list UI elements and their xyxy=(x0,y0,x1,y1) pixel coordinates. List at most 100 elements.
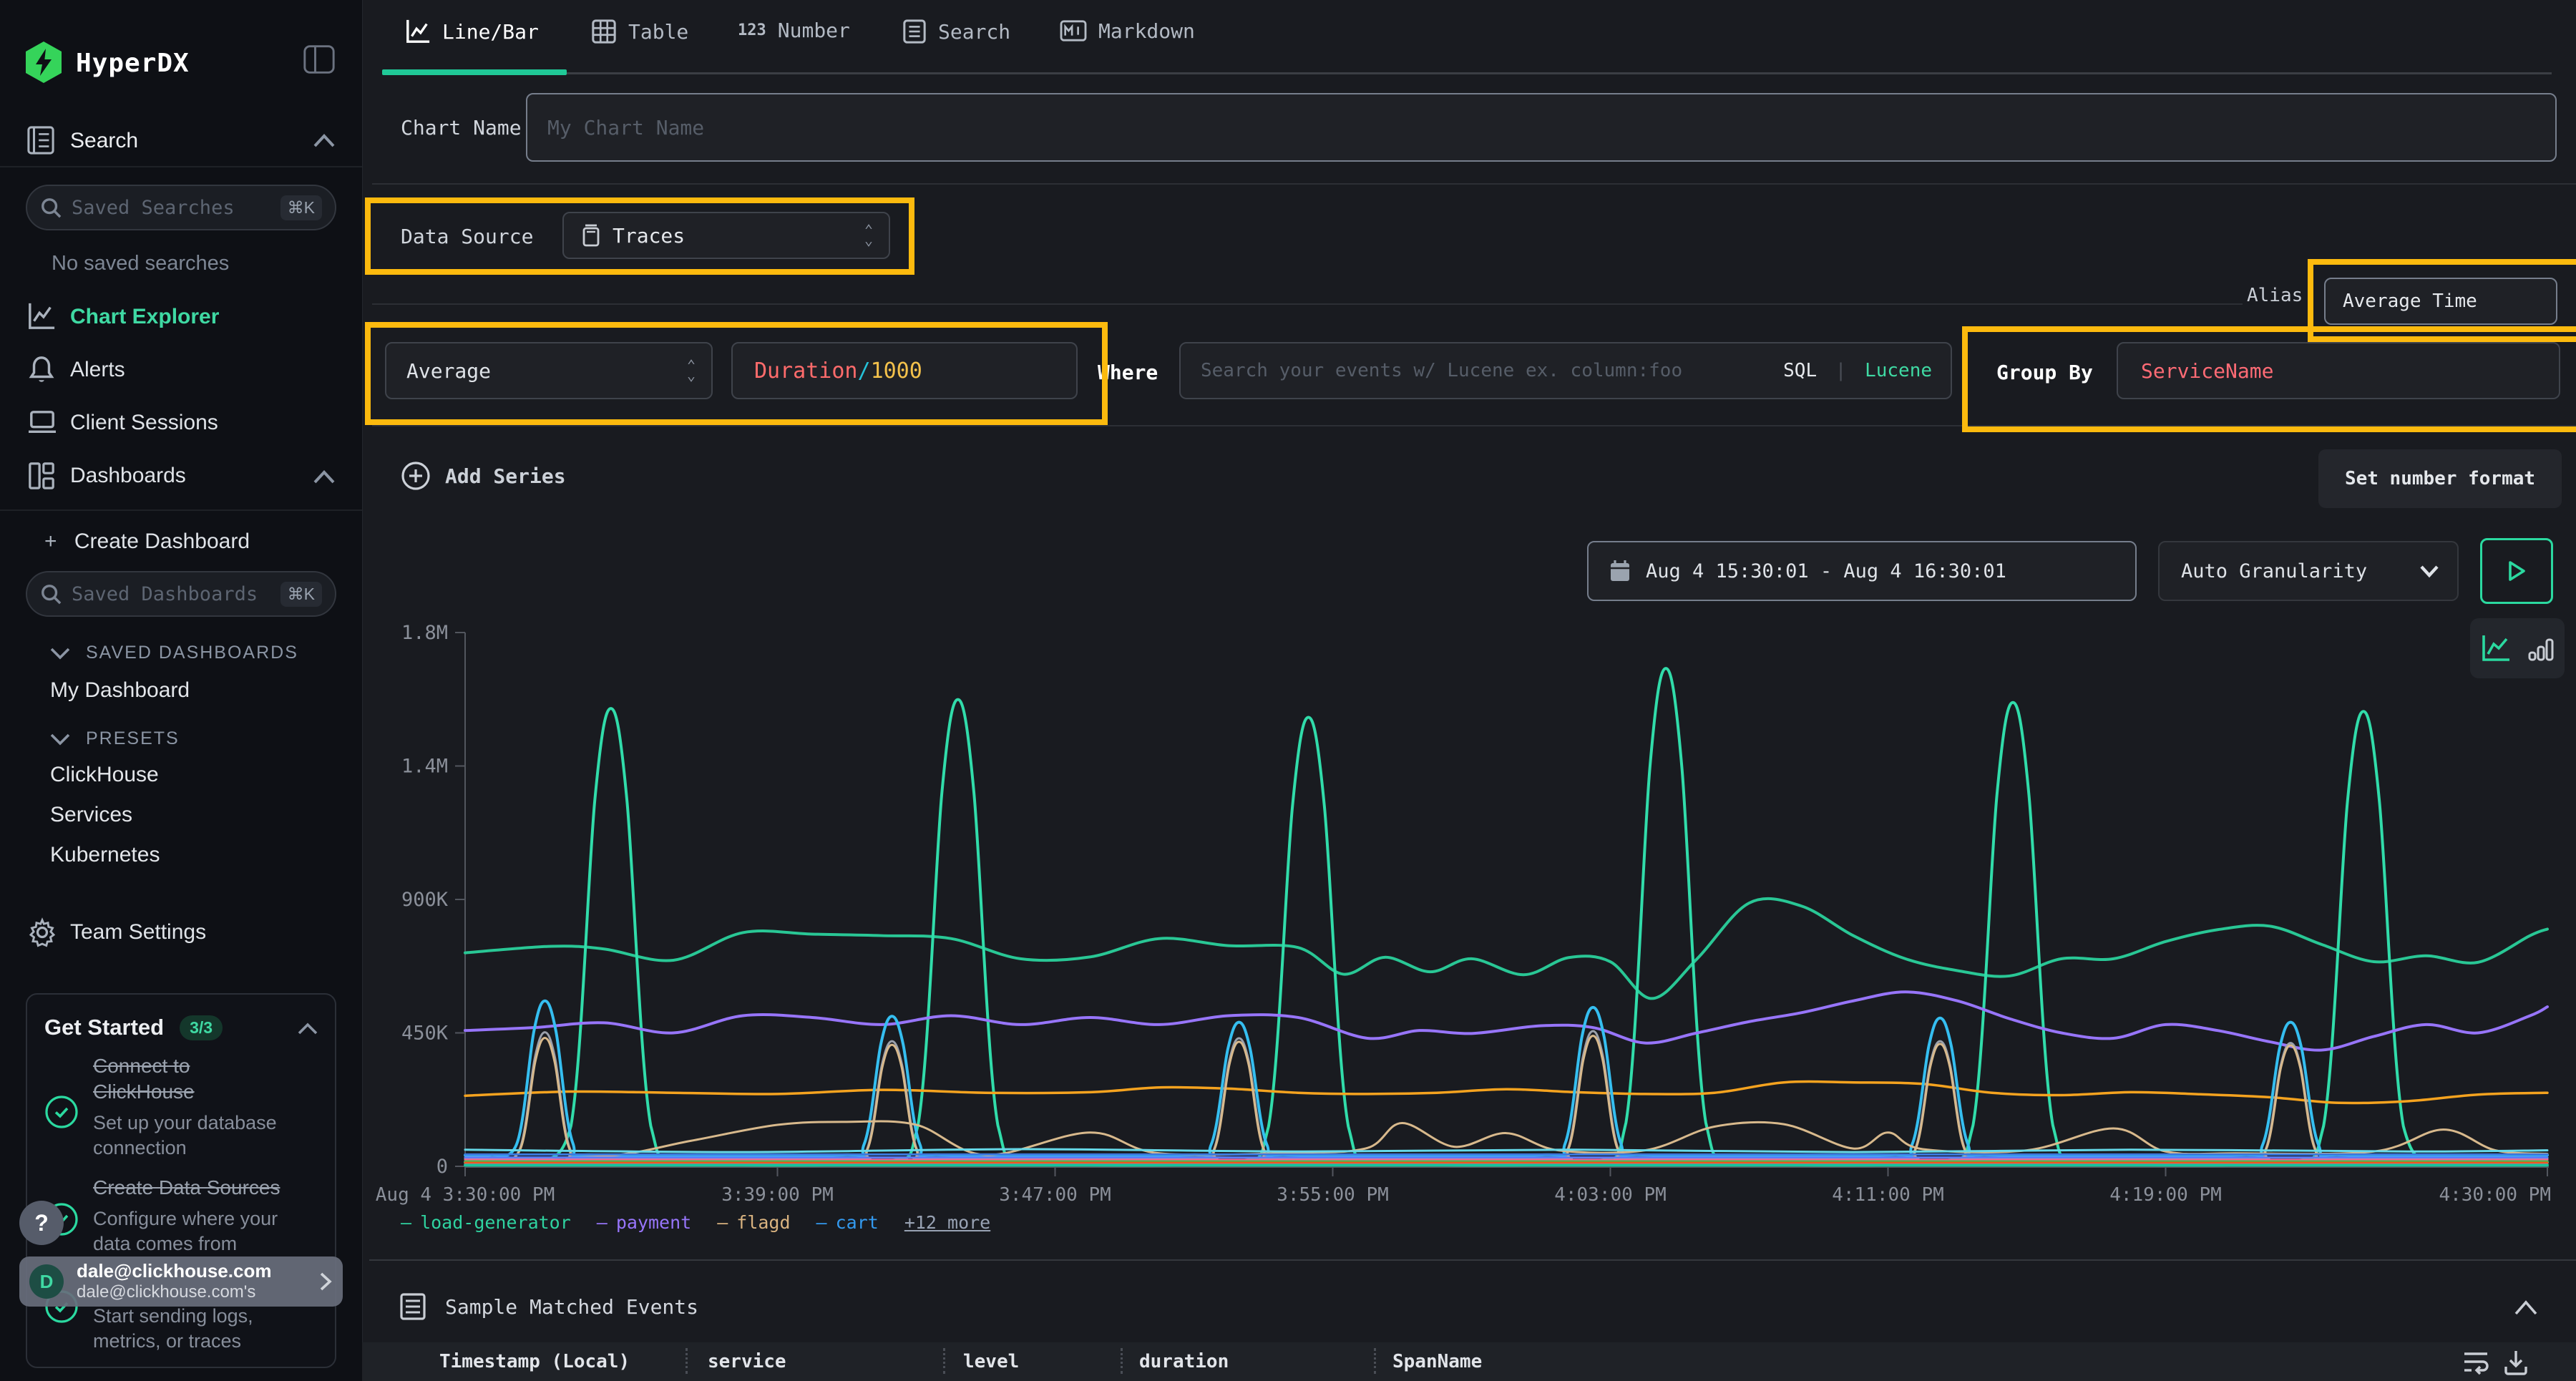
user-account-chip[interactable]: D dale@clickhouse.com dale@clickhouse.co… xyxy=(19,1256,343,1307)
sample-events-title: Sample Matched Events xyxy=(445,1295,698,1319)
chevron-down-icon xyxy=(50,647,70,660)
chart-name-placeholder: My Chart Name xyxy=(547,116,704,140)
expr-slash: / xyxy=(858,358,871,384)
wrap-text-icon[interactable] xyxy=(2462,1350,2490,1375)
sidebar-item-team-settings[interactable]: Team Settings xyxy=(70,920,206,945)
legend-item-flagd[interactable]: —flagd xyxy=(717,1212,790,1233)
column-resize-handle[interactable] xyxy=(686,1348,688,1374)
column-duration[interactable]: duration xyxy=(1139,1351,1229,1372)
divider xyxy=(372,303,2243,305)
help-button[interactable]: ? xyxy=(19,1201,64,1245)
legend-item-payment[interactable]: —payment xyxy=(597,1212,691,1233)
search-icon xyxy=(40,197,62,218)
tab-markdown[interactable]: Markdown xyxy=(1060,19,1195,43)
where-input[interactable]: Search your events w/ Lucene ex. column:… xyxy=(1179,342,1952,399)
divider xyxy=(369,1259,2576,1261)
legend-more-link[interactable]: +12 more xyxy=(904,1212,990,1233)
create-dashboard-button[interactable]: + Create Dashboard xyxy=(44,530,250,554)
granularity-value: Auto Granularity xyxy=(2181,560,2419,582)
svg-text:450K: 450K xyxy=(401,1023,449,1045)
no-saved-searches-text: No saved searches xyxy=(52,252,229,275)
chevron-up-icon[interactable] xyxy=(312,133,336,149)
set-number-format-button[interactable]: Set number format xyxy=(2318,449,2562,508)
tab-search[interactable]: Search xyxy=(902,19,1010,44)
field-expression-input[interactable]: Duration/1000 xyxy=(731,342,1078,399)
active-tab-indicator xyxy=(382,69,567,75)
chart-legend: —load-generator —payment —flagd —cart +1… xyxy=(401,1212,990,1233)
column-service[interactable]: service xyxy=(708,1351,786,1372)
svg-text:3:47:00 PM: 3:47:00 PM xyxy=(999,1184,1111,1206)
user-subtext: dale@clickhouse.com's xyxy=(77,1282,318,1303)
select-chevrons-icon: ⌃⌃ xyxy=(687,359,696,382)
hyperdx-logo-icon xyxy=(24,42,63,83)
data-source-value: Traces xyxy=(613,224,864,248)
sidebar-item-my-dashboard[interactable]: My Dashboard xyxy=(50,678,190,703)
check-circle-icon xyxy=(44,1095,79,1129)
number-123-icon: 123 xyxy=(738,21,766,39)
user-email: dale@clickhouse.com xyxy=(77,1260,318,1282)
download-icon[interactable] xyxy=(2502,1348,2530,1377)
divider xyxy=(372,425,2576,426)
data-source-label: Data Source xyxy=(401,225,533,248)
gs-item2-subtitle: Configure where your data comes from xyxy=(93,1206,278,1256)
expr-field: Duration xyxy=(754,358,858,384)
get-started-badge: 3/3 xyxy=(180,1015,223,1040)
column-timestamp[interactable]: Timestamp (Local) xyxy=(439,1351,630,1372)
chart-explorer-icon xyxy=(27,302,56,331)
saved-searches-input[interactable]: Saved Searches ⌘K xyxy=(26,185,336,230)
search-section-icon xyxy=(27,126,54,155)
laptop-icon xyxy=(27,409,57,436)
presets-group[interactable]: PRESETS xyxy=(50,728,180,749)
tab-line-bar[interactable]: Line/Bar xyxy=(405,19,539,44)
chevron-down-icon xyxy=(50,733,70,746)
column-level[interactable]: level xyxy=(963,1351,1019,1372)
shortcut-badge: ⌘K xyxy=(280,582,322,607)
granularity-select[interactable]: Auto Granularity xyxy=(2158,541,2459,601)
gs-item2-title: Create Data Sources xyxy=(93,1175,280,1201)
legend-item-cart[interactable]: —cart xyxy=(816,1212,879,1233)
column-resize-handle[interactable] xyxy=(943,1348,945,1374)
select-chevrons-icon: ⌃⌃ xyxy=(864,224,873,247)
main-content: Line/Bar Table 123 Number xyxy=(362,0,2576,1381)
hyperdx-app: HyperDX Search Saved Searches ⌘K No save… xyxy=(0,0,2576,1381)
sidebar-item-clickhouse[interactable]: ClickHouse xyxy=(50,763,159,787)
saved-dashboards-group[interactable]: SAVED DASHBOARDS xyxy=(50,643,298,663)
sidebar-item-alerts[interactable]: Alerts xyxy=(70,358,125,382)
chart-name-input[interactable]: My Chart Name xyxy=(526,93,2557,162)
legend-item-load-generator[interactable]: —load-generator xyxy=(401,1212,571,1233)
collapse-sidebar-icon[interactable] xyxy=(303,44,335,74)
chevron-up-icon[interactable] xyxy=(296,1022,319,1036)
get-started-title: Get Started xyxy=(44,1015,164,1040)
saved-dashboards-input[interactable]: Saved Dashboards ⌘K xyxy=(26,571,336,617)
chevron-up-icon[interactable] xyxy=(312,469,336,485)
date-range-value: Aug 4 15:30:01 - Aug 4 16:30:01 xyxy=(1646,560,2006,582)
avatar: D xyxy=(29,1264,64,1299)
run-query-button[interactable] xyxy=(2480,538,2553,604)
collapse-section-icon[interactable] xyxy=(2513,1299,2539,1317)
gs-item3-subtitle: Start sending logs, metrics, or traces xyxy=(93,1304,253,1354)
alias-label: Alias xyxy=(2247,285,2303,306)
sidebar-item-services[interactable]: Services xyxy=(50,803,132,827)
sample-events-header[interactable]: Sample Matched Events xyxy=(399,1292,698,1321)
column-resize-handle[interactable] xyxy=(1374,1348,1376,1374)
sidebar-item-dashboards[interactable]: Dashboards xyxy=(70,464,186,488)
sidebar-section-search[interactable]: Search xyxy=(70,129,138,153)
sidebar: HyperDX Search Saved Searches ⌘K No save… xyxy=(0,0,363,1381)
aggregation-select[interactable]: Average ⌃⌃ xyxy=(385,342,713,399)
data-source-select[interactable]: Traces ⌃⌃ xyxy=(562,212,890,259)
group-by-input[interactable]: ServiceName xyxy=(2117,342,2560,399)
sidebar-item-kubernetes[interactable]: Kubernetes xyxy=(50,843,160,867)
lucene-toggle[interactable]: Lucene xyxy=(1865,360,1932,381)
sidebar-item-client-sessions[interactable]: Client Sessions xyxy=(70,411,218,435)
list-icon xyxy=(399,1292,426,1321)
tab-number[interactable]: 123 Number xyxy=(738,19,850,42)
sql-toggle[interactable]: SQL xyxy=(1783,360,1817,381)
date-range-picker[interactable]: Aug 4 15:30:01 - Aug 4 16:30:01 xyxy=(1587,541,2137,601)
column-resize-handle[interactable] xyxy=(1121,1348,1123,1374)
add-series-button[interactable]: Add Series xyxy=(401,461,566,491)
column-spanname[interactable]: SpanName xyxy=(1392,1351,1482,1372)
search-icon xyxy=(40,583,62,605)
alias-input[interactable]: Average Time xyxy=(2324,278,2557,325)
tab-table[interactable]: Table xyxy=(591,19,688,44)
sidebar-item-chart-explorer[interactable]: Chart Explorer xyxy=(70,305,219,329)
